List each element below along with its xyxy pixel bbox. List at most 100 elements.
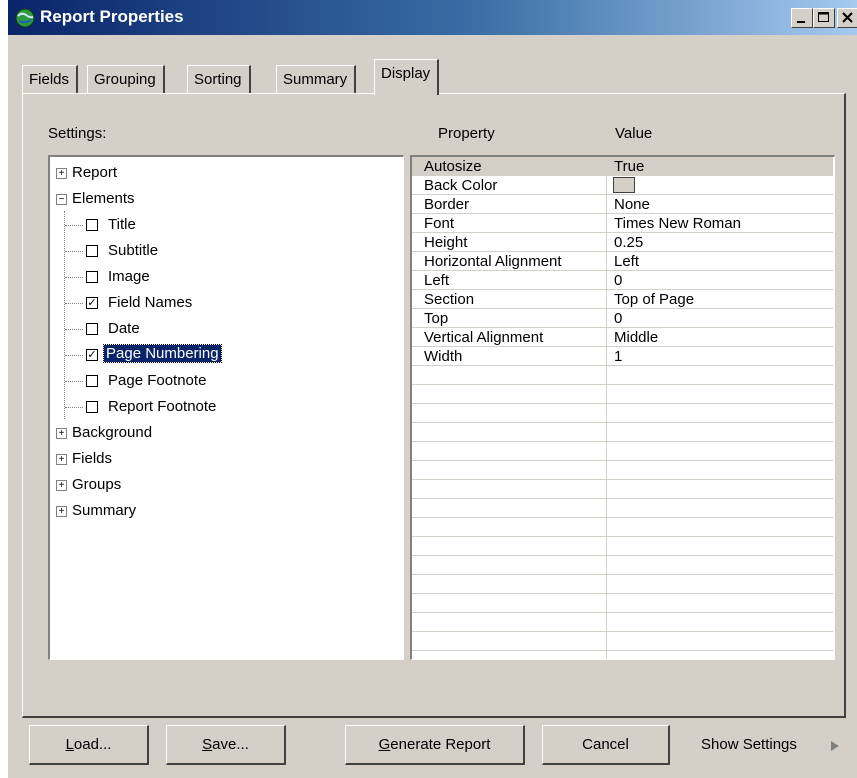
property-row-border[interactable]: Border None <box>412 195 833 214</box>
title-bar[interactable]: Report Properties <box>8 0 857 35</box>
property-name: Font <box>424 215 455 232</box>
property-row-section[interactable]: Section Top of Page <box>412 290 833 309</box>
back-color-swatch[interactable] <box>613 177 635 193</box>
settings-label: Settings: <box>48 125 107 142</box>
show-settings-link[interactable]: Show Settings <box>701 736 797 753</box>
empty-grid-row <box>412 594 833 613</box>
property-name: Height <box>424 234 468 251</box>
tree-item-label-selected: Page Numbering <box>103 344 222 363</box>
tree-item-label: Summary <box>72 502 137 519</box>
empty-grid-row <box>412 480 833 499</box>
property-row-left[interactable]: Left 0 <box>412 271 833 290</box>
empty-grid-row <box>412 385 833 404</box>
maximize-icon <box>818 12 829 22</box>
tab-display[interactable]: Display <box>374 59 440 95</box>
tree-line <box>65 277 83 278</box>
tab-label: Grouping <box>94 71 156 88</box>
expand-plus-icon[interactable]: + <box>56 480 67 491</box>
empty-grid-row <box>412 423 833 442</box>
empty-grid-row <box>412 537 833 556</box>
load-label: oad... <box>73 736 112 753</box>
property-value[interactable]: Left <box>614 253 639 270</box>
property-name: Width <box>424 348 463 365</box>
property-value[interactable]: 1 <box>614 348 622 365</box>
property-row-font[interactable]: Font Times New Roman <box>412 214 833 233</box>
load-button[interactable]: Load... <box>29 725 149 765</box>
tree-item-label: Date <box>108 320 140 337</box>
checkbox-page-footnote[interactable] <box>86 375 98 387</box>
checkbox-report-footnote[interactable] <box>86 401 98 413</box>
minimize-icon <box>797 21 805 23</box>
property-name: Autosize <box>424 158 482 175</box>
property-row-autosize[interactable]: Autosize True <box>412 157 833 176</box>
expand-plus-icon[interactable]: + <box>56 168 67 179</box>
expand-plus-icon[interactable]: + <box>56 428 67 439</box>
expand-arrow-icon[interactable] <box>831 741 839 751</box>
tree-line <box>65 303 83 304</box>
tree-line <box>65 225 83 226</box>
property-row-horizontal-alignment[interactable]: Horizontal Alignment Left <box>412 252 833 271</box>
property-grid[interactable]: Autosize True Back Color Border None Fon… <box>410 155 835 660</box>
tab-sorting[interactable]: Sorting <box>187 65 251 93</box>
property-value[interactable]: Times New Roman <box>614 215 741 232</box>
tree-line <box>65 329 83 330</box>
property-name: Vertical Alignment <box>424 329 544 346</box>
maximize-button[interactable] <box>813 8 835 28</box>
property-value[interactable]: 0 <box>614 272 622 289</box>
checkbox-field-names[interactable]: ✓ <box>86 297 98 309</box>
tree-item-label: Fields <box>72 450 113 467</box>
tab-summary[interactable]: Summary <box>276 65 357 93</box>
tab-label: Summary <box>283 71 348 88</box>
tree-item-label: Report Footnote <box>108 398 217 415</box>
checkbox-subtitle[interactable] <box>86 245 98 257</box>
empty-grid-row <box>412 499 833 518</box>
tree-item-label: Groups <box>72 476 122 493</box>
tree-item-label: Field Names <box>108 294 193 311</box>
property-value[interactable]: 0 <box>614 310 622 327</box>
window-title: Report Properties <box>40 7 184 26</box>
property-row-vertical-alignment[interactable]: Vertical Alignment Middle <box>412 328 833 347</box>
property-row-back-color[interactable]: Back Color <box>412 176 833 195</box>
generate-mnemonic: G <box>378 736 391 753</box>
close-icon <box>842 12 853 23</box>
tree-line <box>65 381 83 382</box>
generate-report-button[interactable]: Generate Report <box>345 725 525 765</box>
minimize-button[interactable] <box>791 8 813 28</box>
property-value[interactable]: 0.25 <box>614 234 643 251</box>
settings-tree[interactable]: + Report − Elements Title Subtitle Image… <box>48 155 404 660</box>
close-button[interactable] <box>837 8 857 28</box>
checkbox-page-numbering[interactable]: ✓ <box>86 349 98 361</box>
empty-grid-row <box>412 442 833 461</box>
property-value[interactable]: Middle <box>614 329 658 346</box>
value-column-label: Value <box>615 125 653 142</box>
tab-fields[interactable]: Fields <box>22 65 79 93</box>
property-row-top[interactable]: Top 0 <box>412 309 833 328</box>
property-name: Back Color <box>424 177 498 194</box>
empty-grid-row <box>412 556 833 575</box>
property-name: Top <box>424 310 449 327</box>
property-row-width[interactable]: Width 1 <box>412 347 833 366</box>
property-name: Left <box>424 272 450 289</box>
tab-grouping[interactable]: Grouping <box>87 65 165 93</box>
property-name: Border <box>424 196 470 213</box>
property-value[interactable]: Top of Page <box>614 291 694 308</box>
tree-line <box>65 355 83 356</box>
property-row-height[interactable]: Height 0.25 <box>412 233 833 252</box>
checkbox-image[interactable] <box>86 271 98 283</box>
checkbox-date[interactable] <box>86 323 98 335</box>
collapse-minus-icon[interactable]: − <box>56 194 67 205</box>
empty-grid-row <box>412 366 833 385</box>
property-value[interactable]: None <box>614 196 650 213</box>
empty-grid-row <box>412 518 833 537</box>
save-mnemonic: S <box>202 736 213 753</box>
checkbox-title[interactable] <box>86 219 98 231</box>
cancel-button[interactable]: Cancel <box>542 725 670 765</box>
expand-plus-icon[interactable]: + <box>56 506 67 517</box>
property-value[interactable]: True <box>614 158 644 175</box>
save-button[interactable]: Save... <box>166 725 286 765</box>
property-name: Horizontal Alignment <box>424 253 562 270</box>
expand-plus-icon[interactable]: + <box>56 454 67 465</box>
tree-item-label: Background <box>72 424 153 441</box>
generate-label: enerate Report <box>390 736 491 753</box>
empty-grid-row <box>412 632 833 651</box>
